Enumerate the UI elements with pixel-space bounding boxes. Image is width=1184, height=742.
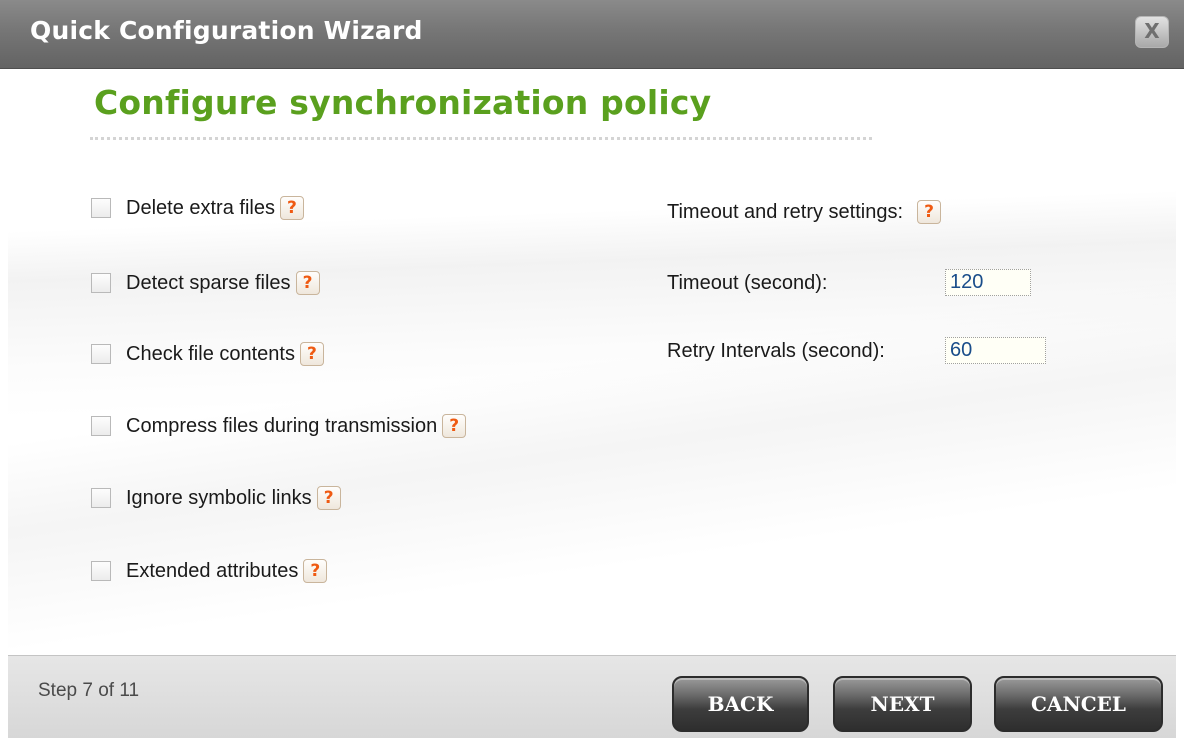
help-icon[interactable]: ? <box>295 271 320 295</box>
retry-label: Retry Intervals (second): <box>667 339 885 362</box>
window-title: Quick Configuration Wizard <box>30 16 423 45</box>
retry-row: Retry Intervals (second): <box>667 336 885 366</box>
cancel-button[interactable]: CANCEL <box>994 676 1163 732</box>
help-icon[interactable]: ? <box>299 342 324 366</box>
timeout-input[interactable] <box>945 269 1031 296</box>
help-icon[interactable]: ? <box>442 414 467 438</box>
wizard-window: Quick Configuration Wizard X Configure s… <box>0 0 1184 742</box>
back-button[interactable]: BACK <box>672 676 809 732</box>
close-icon: X <box>1144 19 1160 43</box>
retry-interval-input[interactable] <box>945 337 1046 364</box>
extended-attributes-label: Extended attributes <box>126 559 299 582</box>
compress-files-label: Compress files during transmission <box>126 414 438 437</box>
help-icon[interactable]: ? <box>303 559 328 583</box>
help-icon[interactable]: ? <box>279 196 304 220</box>
option-ignore-symbolic-links: Ignore symbolic links ? <box>91 483 341 513</box>
detect-sparse-files-checkbox[interactable] <box>91 273 111 293</box>
content-panel: Configure synchronization policy Delete … <box>8 69 1176 653</box>
ignore-symbolic-links-label: Ignore symbolic links <box>126 486 312 509</box>
check-file-contents-label: Check file contents <box>126 342 295 365</box>
title-bar: Quick Configuration Wizard X <box>0 0 1184 69</box>
help-icon[interactable]: ? <box>316 486 341 510</box>
delete-extra-files-label: Delete extra files <box>126 196 275 219</box>
extended-attributes-checkbox[interactable] <box>91 561 111 581</box>
detect-sparse-files-label: Detect sparse files <box>126 271 291 294</box>
option-detect-sparse-files: Detect sparse files ? <box>91 268 320 298</box>
ignore-symbolic-links-checkbox[interactable] <box>91 488 111 508</box>
step-indicator: Step 7 of 11 <box>38 680 140 701</box>
help-icon[interactable]: ? <box>917 200 942 224</box>
option-compress-files: Compress files during transmission ? <box>91 411 467 441</box>
option-check-file-contents: Check file contents ? <box>91 339 324 369</box>
timeout-row: Timeout (second): <box>667 268 827 298</box>
close-button[interactable]: X <box>1135 16 1169 48</box>
title-divider <box>90 137 872 140</box>
option-extended-attributes: Extended attributes ? <box>91 556 328 586</box>
timeout-retry-heading-row: Timeout and retry settings: ? <box>667 197 942 227</box>
delete-extra-files-checkbox[interactable] <box>91 198 111 218</box>
option-delete-extra-files: Delete extra files ? <box>91 193 304 223</box>
check-file-contents-checkbox[interactable] <box>91 344 111 364</box>
next-button[interactable]: NEXT <box>833 676 972 732</box>
page-title: Configure synchronization policy <box>94 83 712 122</box>
timeout-retry-heading: Timeout and retry settings: <box>667 200 904 223</box>
footer-bar: Step 7 of 11 BACK NEXT CANCEL <box>8 655 1176 738</box>
timeout-label: Timeout (second): <box>667 271 828 294</box>
compress-files-checkbox[interactable] <box>91 416 111 436</box>
